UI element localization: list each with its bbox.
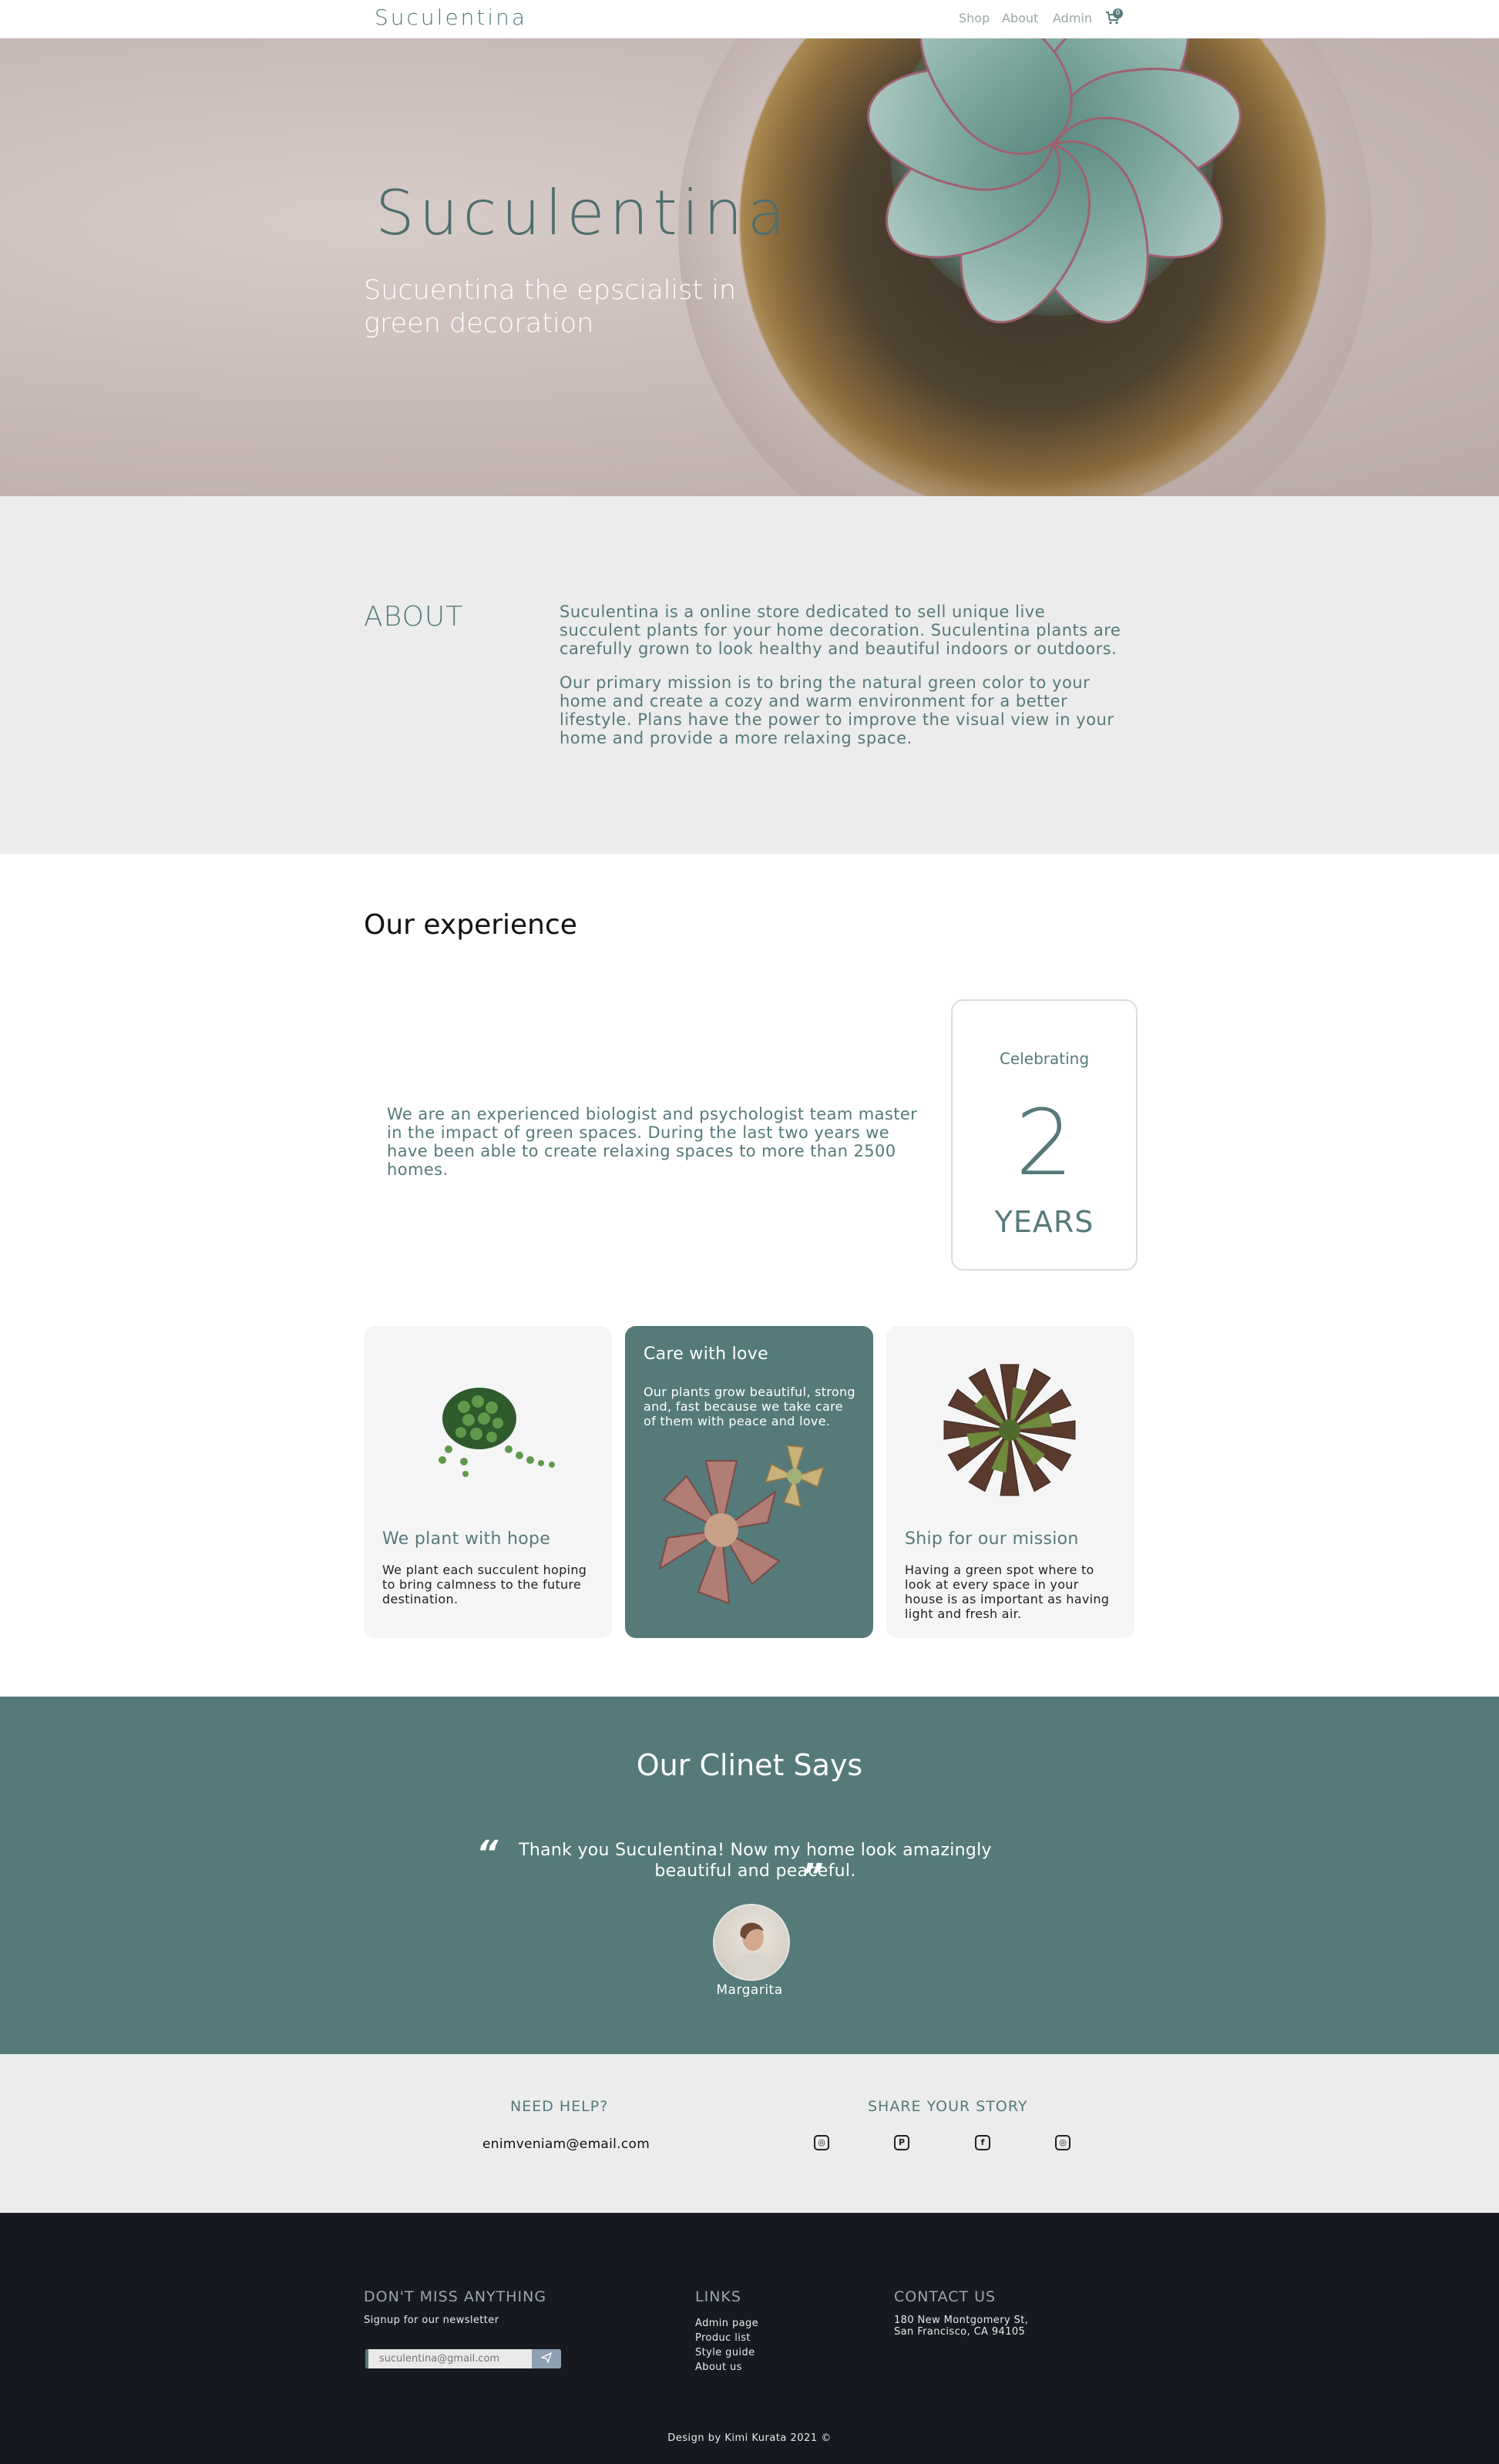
contact-heading: CONTACT US — [894, 2288, 997, 2305]
testimonial-section: Our Clinet Says “ Thank you Suculentina!… — [0, 1697, 1499, 2054]
feature-card-care: Care with love Our plants grow beautiful… — [625, 1326, 873, 1638]
site-footer: DON'T MISS ANYTHING Signup for our newsl… — [0, 2213, 1499, 2464]
footer-link-about[interactable]: About us — [695, 2360, 758, 2375]
testimonial-quote: Thank you Suculentina! Now my home look … — [519, 1841, 992, 1881]
newsletter-form — [365, 2349, 561, 2368]
send-icon — [539, 2352, 553, 2364]
footer-link-admin[interactable]: Admin page — [695, 2316, 758, 2331]
feature-card-title: Ship for our mission — [905, 1529, 1079, 1549]
testimonial-title: Our Clinet Says — [636, 1748, 863, 1782]
celebrating-unit: YEARS — [994, 1205, 1094, 1239]
rosette-succulent-icon — [943, 1364, 1076, 1496]
testimonial-name: Margarita — [716, 1982, 783, 1998]
newsletter-subtitle: Signup for our newsletter — [364, 2315, 499, 2326]
help-section: NEED HELP? enimveniam@email.com SHARE YO… — [0, 2054, 1499, 2213]
about-section: ABOUT Suculentina is a online store dedi… — [0, 496, 1499, 854]
nav-link-admin[interactable]: Admin — [1053, 11, 1092, 25]
nav-link-about[interactable]: About — [1002, 11, 1038, 25]
instagram-icon[interactable]: ◎ — [814, 2135, 829, 2150]
feature-card-ship: Ship for our mission Having a green spot… — [886, 1326, 1134, 1638]
help-email-link[interactable]: enimveniam@email.com — [482, 2137, 650, 2152]
feature-card-text: Our plants grow beautiful, strong and, f… — [644, 1385, 855, 1428]
about-paragraph: Our primary mission is to bring the natu… — [560, 673, 1114, 747]
newsletter-accent-bar — [365, 2349, 368, 2368]
avatar — [713, 1904, 790, 1981]
feature-card-plant: We plant with hope We plant each succule… — [364, 1326, 612, 1638]
about-paragraph: Suculentina is a online store dedicated … — [560, 603, 1121, 658]
newsletter-heading: DON'T MISS ANYTHING — [364, 2288, 547, 2305]
newsletter-send-button[interactable] — [532, 2349, 561, 2368]
string-of-pearls-icon — [439, 1388, 555, 1477]
nav-logo[interactable]: Suculentina — [375, 5, 527, 30]
footer-credit: Design by Kimi Kurata 2021 © — [667, 2432, 832, 2444]
celebrating-card: Celebrating 2 YEARS — [951, 999, 1138, 1271]
newsletter-email-input[interactable] — [371, 2349, 526, 2368]
feature-card-title: Care with love — [644, 1344, 768, 1364]
about-heading: ABOUT — [364, 601, 464, 633]
links-heading: LINKS — [695, 2288, 741, 2305]
feature-card-text: We plant each succulent hoping to bring … — [382, 1563, 587, 1606]
celebrating-number: 2 — [1015, 1089, 1074, 1196]
hero-tagline: Sucuentina the epscialist in green decor… — [364, 275, 737, 339]
cart-count-badge: 0 — [1113, 8, 1123, 18]
feature-card-title: We plant with hope — [382, 1529, 551, 1549]
facebook-icon[interactable]: f — [975, 2135, 990, 2150]
avatar-portrait — [734, 1922, 771, 1979]
footer-link-products[interactable]: Produc list — [695, 2331, 758, 2345]
feature-card-text: Having a green spot where to look at eve… — [905, 1563, 1110, 1621]
hero-banner: Suculentina Sucuentina the epscialist in… — [0, 39, 1499, 496]
experience-title: Our experience — [364, 909, 577, 941]
pinterest-icon[interactable]: P — [894, 2135, 909, 2150]
nav-link-shop[interactable]: Shop — [959, 11, 990, 25]
footer-links: Admin page Produc list Style guide About… — [695, 2316, 758, 2375]
celebrating-label: Celebrating — [999, 1049, 1090, 1068]
footer-link-style-guide[interactable]: Style guide — [695, 2345, 758, 2360]
need-help-heading: NEED HELP? — [510, 2098, 609, 2115]
share-story-heading: SHARE YOUR STORY — [868, 2098, 1028, 2115]
top-nav: Suculentina Shop About Admin 0 — [0, 0, 1499, 39]
instagram-alt-icon[interactable]: ◎ — [1055, 2135, 1070, 2150]
quote-close-icon: ” — [802, 1857, 824, 1896]
experience-text: We are an experienced biologist and psyc… — [387, 1105, 918, 1179]
hero-brand-logo: Suculentina — [375, 177, 790, 249]
contact-address-line2: San Francisco, CA 94105 — [894, 2326, 1026, 2338]
echeveria-icon — [658, 1444, 825, 1605]
